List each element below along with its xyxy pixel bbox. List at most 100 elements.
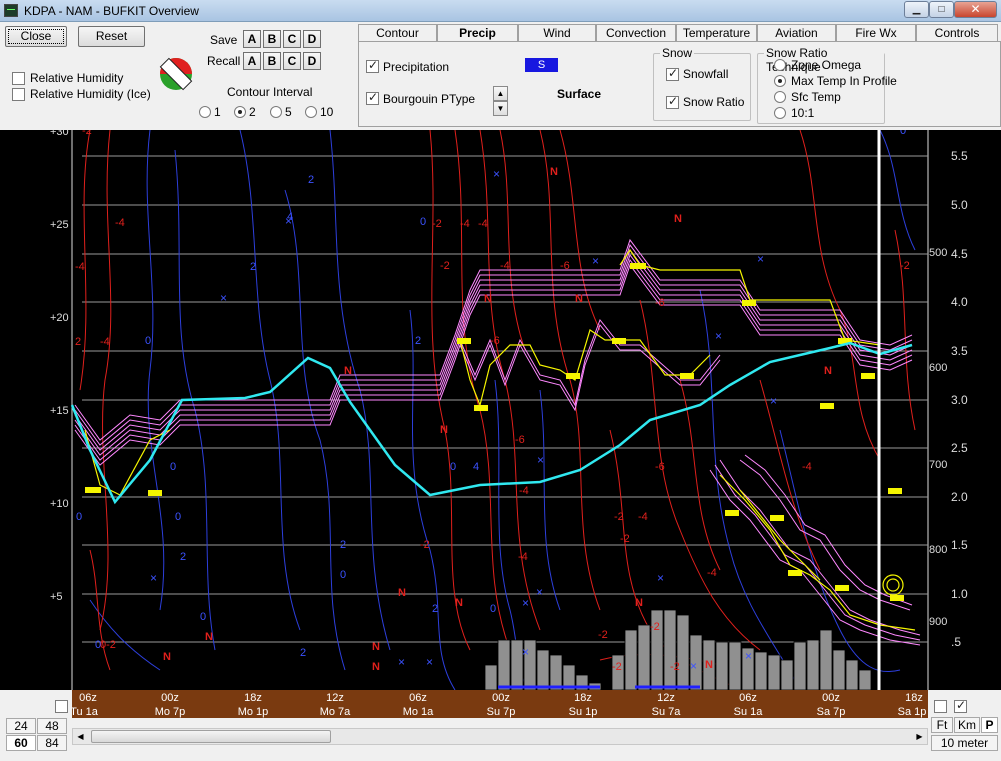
left-tick-20: +20 <box>50 312 69 324</box>
svg-text:N: N <box>372 661 380 673</box>
right-tick-0-5: .5 <box>951 635 961 649</box>
hours-60-option[interactable]: 60 <box>6 735 36 751</box>
tab-wind[interactable]: Wind <box>518 24 596 42</box>
time-hour-6: 18z <box>574 692 592 704</box>
svg-text:-4: -4 <box>638 511 648 523</box>
minimize-button[interactable]: ▁ <box>904 1 929 18</box>
reset-button[interactable]: Reset <box>78 26 145 47</box>
hours-24-option[interactable]: 24 <box>6 718 36 734</box>
svg-text:-6: -6 <box>490 335 500 347</box>
snow-group: Snow Snowfall Snow Ratio <box>653 46 751 121</box>
tab-convection[interactable]: Convection <box>596 24 676 42</box>
left-axis-ticks: +30 +25 +20 +15 +10 +5 <box>50 130 69 603</box>
recall-slot-a[interactable]: A <box>243 52 261 70</box>
hours-84-option[interactable]: 84 <box>37 735 67 751</box>
save-slot-d[interactable]: D <box>303 30 321 48</box>
time-hour-5: 00z <box>492 692 510 704</box>
svg-text:×: × <box>285 214 292 228</box>
recall-slot-d[interactable]: D <box>303 52 321 70</box>
save-slot-a[interactable]: A <box>243 30 261 48</box>
svg-text:×: × <box>426 655 433 669</box>
svg-text:×: × <box>537 453 544 467</box>
scroll-thumb[interactable] <box>91 730 331 743</box>
svg-text:N: N <box>824 365 832 377</box>
left-tick-10: +10 <box>50 498 69 510</box>
contour-radio-5[interactable] <box>270 106 282 118</box>
svg-text:N: N <box>550 166 558 178</box>
pressure-800: 800 <box>929 544 947 556</box>
hours-48-option[interactable]: 48 <box>37 718 67 734</box>
plot-canvas: -2 -4 -4 2 -4 -2 -4 -4 -2 -4 -6 -6 -6 -6 -6 -4 -2 -4… <box>50 130 968 690</box>
timeline-scrollbar[interactable]: ◀ ▶ <box>72 728 928 745</box>
svg-text:×: × <box>522 645 529 659</box>
maximize-button[interactable]: □ <box>929 1 954 18</box>
tab-contour[interactable]: Contour <box>358 24 437 42</box>
svg-text:×: × <box>398 655 405 669</box>
svg-text:×: × <box>522 596 529 610</box>
save-slot-b[interactable]: B <box>263 30 281 48</box>
recall-slot-c[interactable]: C <box>283 52 301 70</box>
tab-fire-wx[interactable]: Fire Wx <box>836 24 916 42</box>
title-bar: KDPA - NAM - BUFKIT Overview ▁ □ ✕ <box>0 0 1001 22</box>
svg-text:0: 0 <box>900 130 906 137</box>
auto-checkbox[interactable] <box>954 698 967 713</box>
tab-controls[interactable]: Controls <box>916 24 998 42</box>
relative-humidity-ice-checkbox[interactable] <box>12 88 25 101</box>
relative-humidity-label: Relative Humidity <box>30 71 124 85</box>
bourgouin-checkbox[interactable] <box>366 90 379 105</box>
svg-text:N: N <box>440 424 448 436</box>
svg-text:-6: -6 <box>560 260 570 272</box>
save-slot-c[interactable]: C <box>283 30 301 48</box>
level-down-arrow[interactable]: ▼ <box>493 101 508 116</box>
technique-max-temp-radio[interactable] <box>774 75 786 87</box>
scroll-right-arrow[interactable]: ▶ <box>912 729 927 744</box>
close-button[interactable]: Close <box>5 26 67 47</box>
tab-aviation[interactable]: Aviation <box>757 24 836 42</box>
right-timeline-checkbox[interactable] <box>934 700 947 713</box>
recall-label: Recall <box>207 54 241 68</box>
snow-ratio-checkbox[interactable] <box>666 94 679 109</box>
time-height-plot[interactable]: -2 -4 -4 2 -4 -2 -4 -4 -2 -4 -6 -6 -6 -6 -6 -4 -2 -4… <box>0 130 1001 690</box>
relative-humidity-checkbox[interactable] <box>12 72 25 85</box>
scroll-left-arrow[interactable]: ◀ <box>73 729 88 744</box>
svg-text:0: 0 <box>145 335 151 347</box>
technique-zone-omega-radio[interactable] <box>774 59 786 71</box>
level-select[interactable]: 10 meter <box>931 735 998 751</box>
precip-type-swatch[interactable]: S <box>525 58 558 72</box>
svg-text:0: 0 <box>340 569 346 581</box>
contour-option-1: 1 <box>214 105 221 119</box>
svg-text:-4: -4 <box>802 461 812 473</box>
pressure-700: 700 <box>929 459 947 471</box>
recall-slot-b[interactable]: B <box>263 52 281 70</box>
technique-10-1-radio[interactable] <box>774 107 786 119</box>
contour-radio-2[interactable] <box>234 106 246 118</box>
time-hour-7: 12z <box>657 692 675 704</box>
svg-text:×: × <box>770 394 777 408</box>
svg-text:0: 0 <box>450 461 456 473</box>
svg-text:-4: -4 <box>100 336 110 348</box>
close-window-button[interactable]: ✕ <box>954 1 997 18</box>
svg-text:0: 0 <box>490 603 496 615</box>
technique-sfc-temp-radio[interactable] <box>774 91 786 103</box>
precip-tab-page: Precipitation S Bourgouin PType ▲ ▼ Surf… <box>358 41 1001 127</box>
snowfall-checkbox[interactable] <box>666 66 679 81</box>
precipitation-checkbox[interactable] <box>366 58 379 73</box>
unit-km-button[interactable]: Km <box>954 717 980 733</box>
tab-precip[interactable]: Precip <box>437 24 518 42</box>
svg-text:-2: -2 <box>420 539 430 551</box>
unit-ft-button[interactable]: Ft <box>931 717 953 733</box>
level-up-arrow[interactable]: ▲ <box>493 86 508 101</box>
svg-text:×: × <box>690 659 697 673</box>
svg-text:-2: -2 <box>440 260 450 272</box>
svg-text:×: × <box>150 571 157 585</box>
left-timeline-checkbox[interactable] <box>55 700 68 713</box>
unit-p-button[interactable]: P <box>981 717 998 733</box>
svg-text:N: N <box>163 651 171 663</box>
svg-text:N: N <box>344 365 352 377</box>
contour-radio-1[interactable] <box>199 106 211 118</box>
svg-text:0: 0 <box>170 461 176 473</box>
tab-temperature[interactable]: Temperature <box>676 24 757 42</box>
contour-radio-10[interactable] <box>305 106 317 118</box>
timeline-bar: 06z 00z 18z 12z 06z 00z 18z 12z 06z 00z … <box>72 690 928 718</box>
svg-text:N: N <box>484 293 492 305</box>
